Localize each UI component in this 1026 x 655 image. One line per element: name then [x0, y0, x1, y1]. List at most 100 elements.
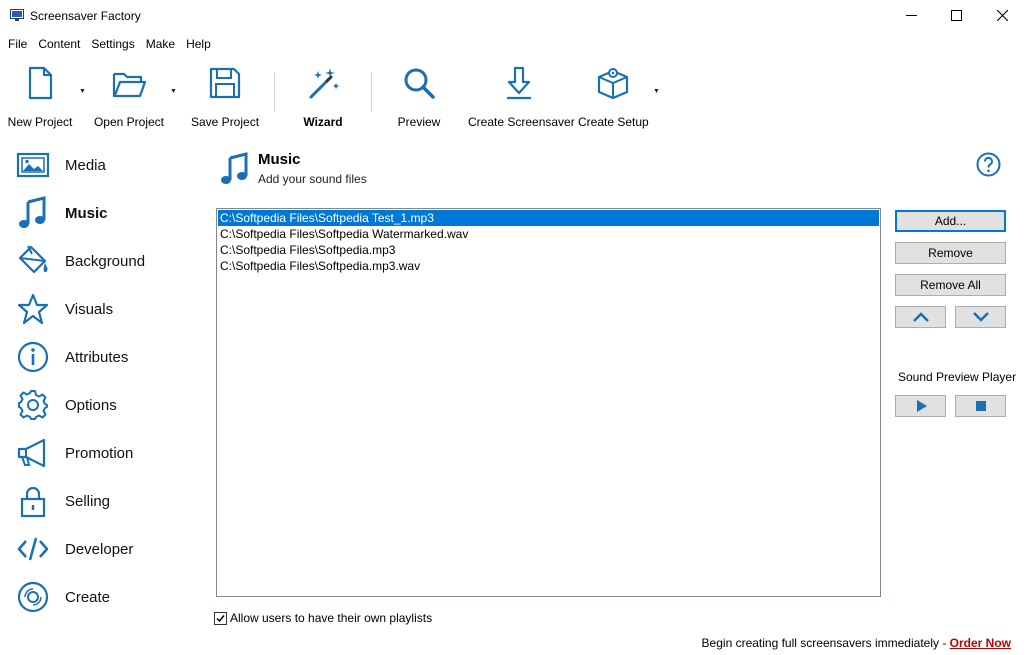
music-note-icon [19, 196, 46, 228]
create-screensaver-button[interactable]: Create Screensaver [468, 65, 575, 129]
preview-label: Preview [397, 115, 441, 129]
open-project-dropdown-icon[interactable]: ▼ [170, 88, 177, 95]
create-setup-dropdown-icon[interactable]: ▼ [653, 88, 660, 95]
toolbar-separator [274, 72, 275, 112]
magic-wand-icon [309, 68, 339, 99]
create-screensaver-label: Create Screensaver [468, 115, 575, 129]
music-note-icon [221, 152, 248, 184]
list-item[interactable]: C:\Softpedia Files\Softpedia Watermarked… [217, 226, 880, 242]
new-project-button[interactable]: New Project [7, 65, 73, 129]
close-icon [996, 10, 1008, 21]
toolbar-separator [371, 72, 372, 112]
save-project-label: Save Project [191, 115, 260, 129]
folder-icon [112, 72, 147, 98]
sidebar-item-label: Music [65, 205, 108, 222]
title-bar: Screensaver Factory [0, 0, 1026, 32]
sidebar-item-label: Background [65, 253, 146, 270]
sound-file-list[interactable]: C:\Softpedia Files\Softpedia Test_1.mp3 … [216, 208, 881, 597]
sidebar-item-create[interactable]: Create [0, 574, 200, 618]
chevron-down-icon [972, 312, 989, 322]
order-now-link[interactable]: Order Now [950, 636, 1011, 650]
window-title: Screensaver Factory [30, 9, 141, 23]
new-project-dropdown-icon[interactable]: ▼ [79, 88, 86, 95]
minimize-button[interactable] [888, 0, 934, 31]
sidebar-item-label: Attributes [65, 349, 129, 366]
sidebar-item-visuals[interactable]: Visuals [0, 286, 200, 330]
gear-icon [18, 390, 48, 420]
menu-file[interactable]: File [0, 34, 31, 54]
create-setup-button[interactable]: Create Setup [578, 65, 649, 129]
image-icon [16, 152, 50, 178]
sidebar-item-label: Visuals [65, 301, 114, 318]
remove-button[interactable]: Remove [895, 242, 1006, 264]
megaphone-icon [17, 438, 46, 468]
save-project-button[interactable]: Save Project [191, 65, 259, 129]
sidebar-item-promotion[interactable]: Promotion [0, 430, 200, 474]
sidebar-item-label: Media [65, 157, 106, 174]
info-icon [17, 341, 49, 373]
menu-settings[interactable]: Settings [84, 34, 138, 54]
create-setup-label: Create Setup [578, 115, 649, 129]
play-button[interactable] [895, 395, 946, 417]
paint-bucket-icon [18, 245, 48, 274]
package-icon [597, 68, 629, 100]
checkmark-icon [216, 614, 225, 622]
page-subtitle: Add your sound files [258, 172, 367, 186]
maximize-button[interactable] [933, 0, 979, 31]
star-icon [17, 293, 49, 325]
toolbar: New Project ▼ Open Project ▼ Save Projec… [0, 55, 1026, 129]
download-icon [507, 66, 531, 100]
stop-icon [975, 401, 986, 411]
help-icon[interactable] [976, 152, 1001, 177]
list-item[interactable]: C:\Softpedia Files\Softpedia.mp3.wav [217, 258, 880, 274]
sidebar-item-label: Developer [65, 541, 134, 558]
page-title: Music [258, 151, 301, 168]
play-icon [916, 400, 927, 412]
minimize-icon [905, 15, 917, 16]
magnifier-icon [404, 68, 435, 99]
disc-icon [17, 581, 49, 613]
chevron-up-icon [912, 312, 929, 322]
preview-button[interactable]: Preview [396, 65, 442, 129]
list-item[interactable]: C:\Softpedia Files\Softpedia.mp3 [217, 242, 880, 258]
add-button[interactable]: Add... [895, 210, 1006, 232]
sidebar-item-label: Selling [65, 493, 111, 510]
floppy-disk-icon [209, 67, 241, 99]
sidebar-item-label: Options [65, 397, 117, 414]
sidebar-item-developer[interactable]: Developer [0, 526, 200, 570]
menu-content[interactable]: Content [31, 34, 84, 54]
menu-make[interactable]: Make [139, 34, 179, 54]
lock-icon [20, 486, 46, 518]
allow-playlists-label: Allow users to have their own playlists [230, 611, 433, 625]
maximize-icon [950, 10, 962, 21]
sidebar-item-music[interactable]: Music [0, 190, 200, 234]
remove-all-button[interactable]: Remove All [895, 274, 1006, 296]
wizard-label: Wizard [303, 115, 343, 129]
footer-promo: Begin creating full screensavers immedia… [702, 636, 1011, 650]
sound-preview-player-label: Sound Preview Player [898, 370, 1017, 384]
menu-help[interactable]: Help [179, 34, 215, 54]
sidebar-item-label: Create [65, 589, 111, 606]
move-down-button[interactable] [955, 306, 1006, 328]
new-file-icon [28, 66, 53, 100]
stop-button[interactable] [955, 395, 1006, 417]
list-item[interactable]: C:\Softpedia Files\Softpedia Test_1.mp3 [218, 210, 879, 226]
sidebar-item-media[interactable]: Media [0, 142, 200, 186]
sidebar-item-selling[interactable]: Selling [0, 478, 200, 522]
sidebar-item-attributes[interactable]: Attributes [0, 334, 200, 378]
sidebar-item-background[interactable]: Background [0, 238, 200, 282]
open-project-button[interactable]: Open Project [93, 65, 165, 129]
sidebar-item-options[interactable]: Options [0, 382, 200, 426]
new-project-label: New Project [7, 115, 73, 129]
allow-playlists-row[interactable]: Allow users to have their own playlists [214, 610, 432, 626]
allow-playlists-checkbox[interactable] [214, 611, 227, 625]
wizard-button[interactable]: Wizard [300, 65, 346, 129]
open-project-label: Open Project [93, 115, 165, 129]
code-icon [17, 537, 49, 561]
move-up-button[interactable] [895, 306, 946, 328]
sidebar-item-label: Promotion [65, 445, 134, 462]
footer-text: Begin creating full screensavers immedia… [701, 636, 950, 650]
app-icon [10, 9, 24, 21]
close-button[interactable] [979, 0, 1025, 31]
menu-bar: File Content Settings Make Help [0, 34, 215, 54]
